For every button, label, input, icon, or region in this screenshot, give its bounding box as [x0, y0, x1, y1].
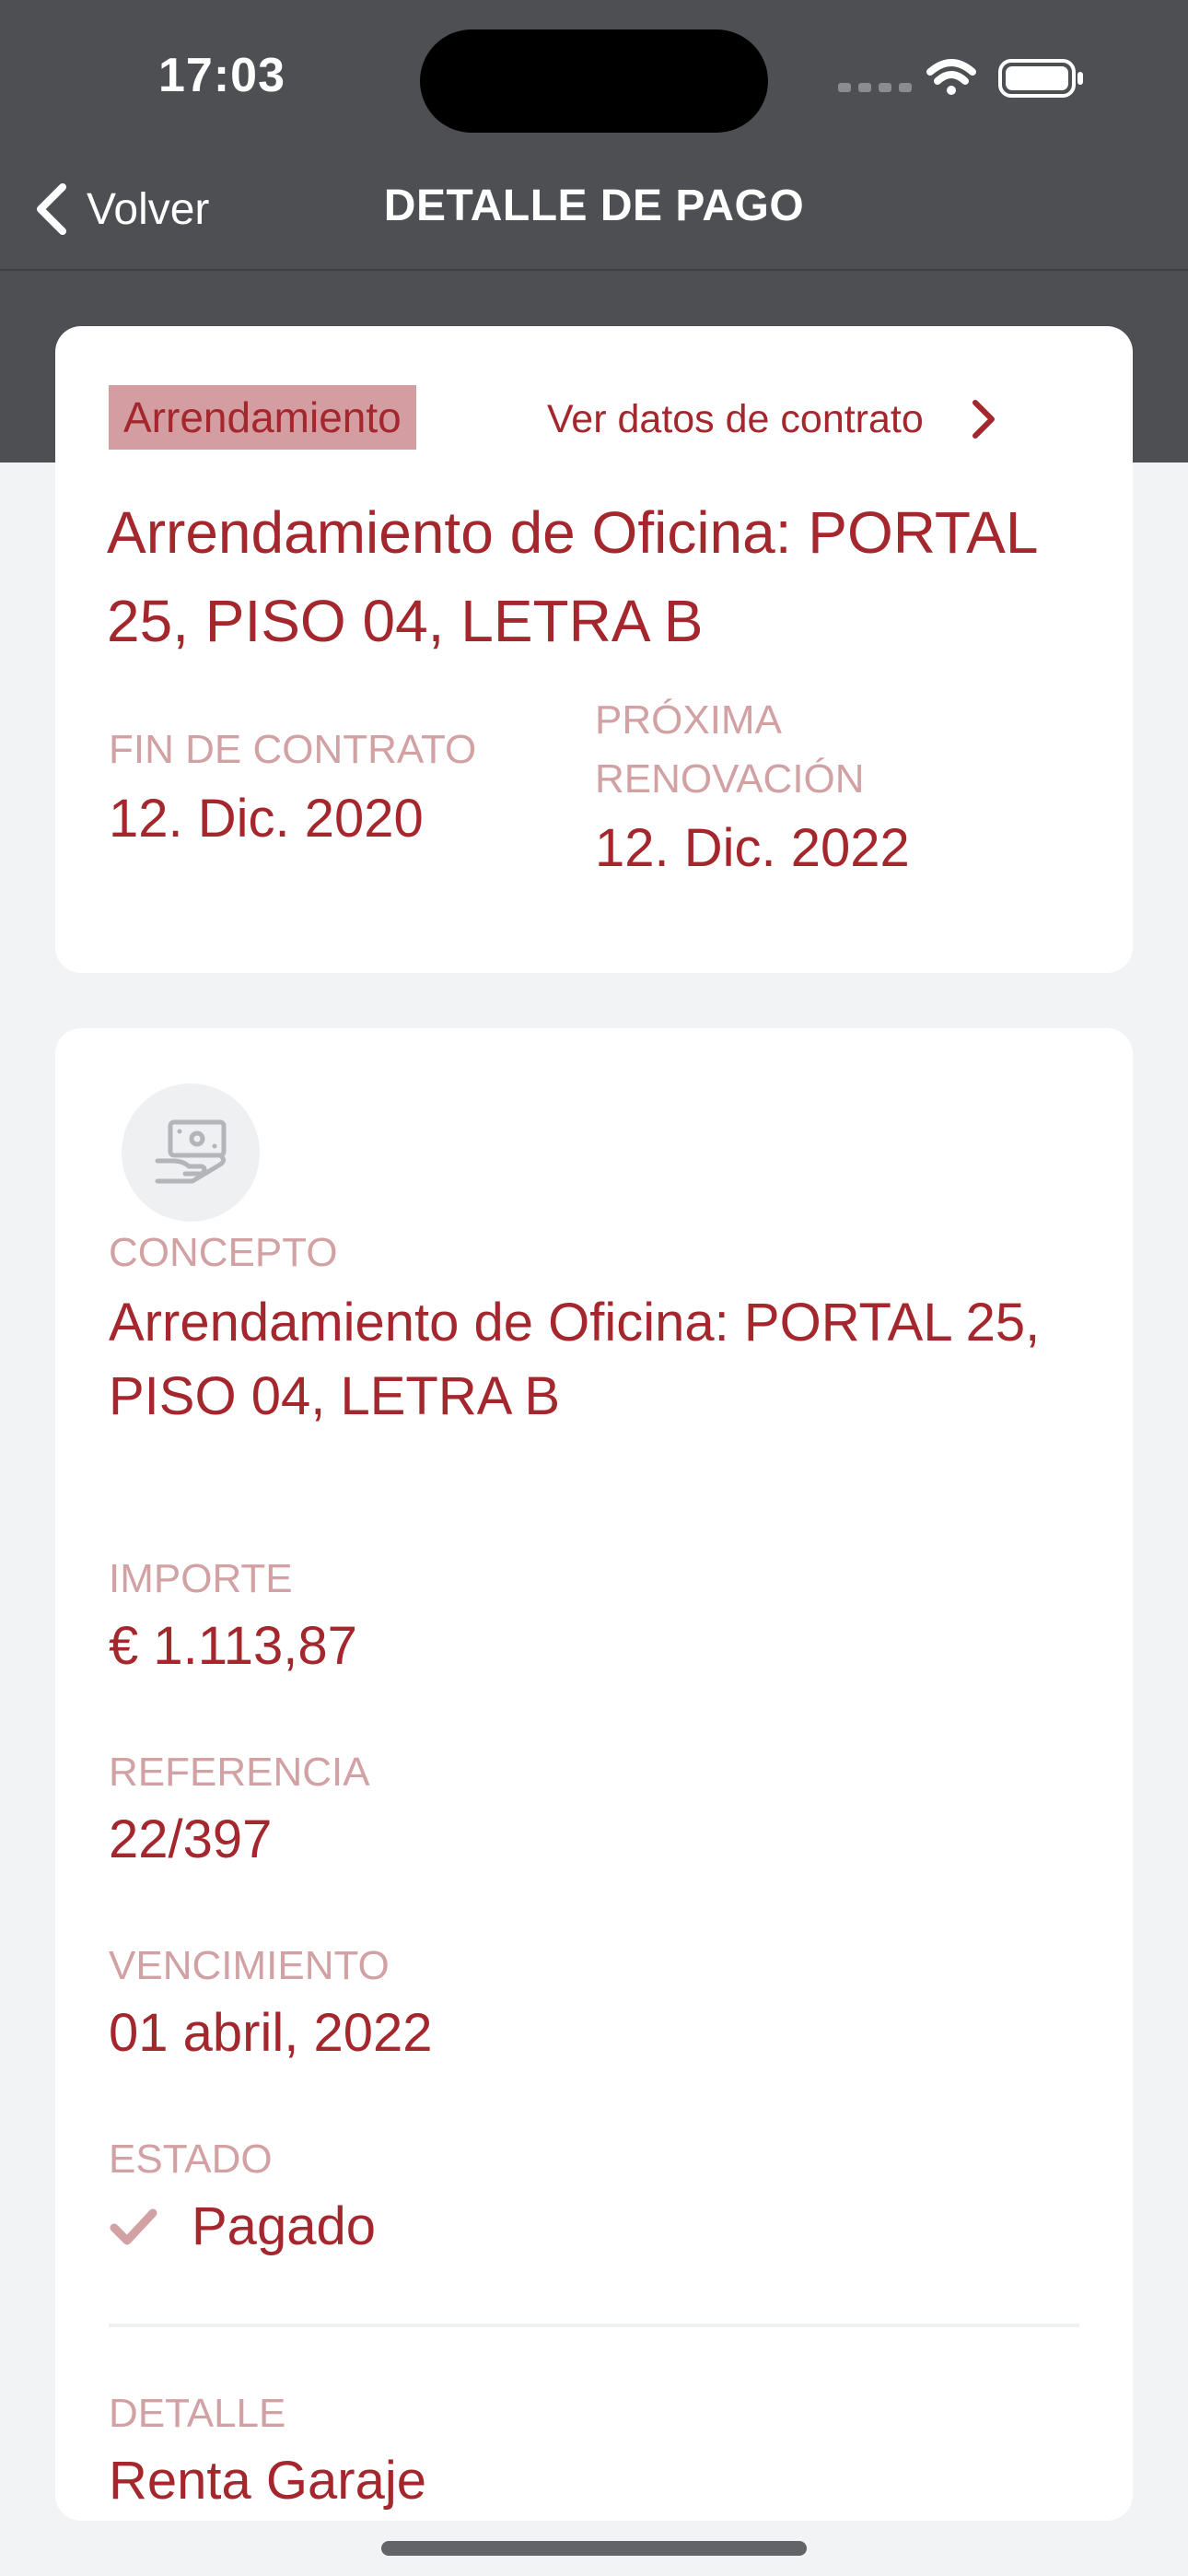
status-time: 17:03: [158, 49, 285, 102]
view-contract-label: Ver datos de contrato: [547, 396, 924, 441]
battery-icon: [998, 59, 1083, 98]
reference-label: REFERENCIA: [109, 1750, 370, 1795]
wifi-icon: [926, 59, 976, 95]
cellular-signal-icon: [838, 83, 912, 92]
reference-value: 22/397: [109, 1809, 273, 1869]
chevron-right-icon: [972, 400, 995, 439]
nav-divider: [0, 269, 1188, 271]
contract-card: Arrendamiento Ver datos de contrato Arre…: [55, 326, 1133, 973]
home-indicator[interactable]: [381, 2541, 807, 2556]
section-divider: [109, 2324, 1079, 2327]
amount-label: IMPORTE: [109, 1556, 293, 1601]
hand-money-icon: [155, 1119, 227, 1184]
renewal-value: 12. Dic. 2022: [595, 818, 910, 878]
view-contract-link[interactable]: Ver datos de contrato: [547, 387, 997, 451]
payment-detail-card: CONCEPTO Arrendamiento de Oficina: PORTA…: [55, 1028, 1133, 2521]
due-date-value: 01 abril, 2022: [109, 2003, 433, 2063]
amount-value: € 1.113,87: [109, 1616, 357, 1676]
contract-end-label: FIN DE CONTRATO: [109, 727, 477, 772]
detail-value: Renta Garaje: [109, 2451, 426, 2511]
contract-title: Arrendamiento de Oficina: PORTAL 25, PIS…: [107, 499, 1037, 654]
status-row: Pagado: [109, 2195, 376, 2259]
detail-label: DETALLE: [109, 2391, 286, 2436]
payment-icon-circle: [122, 1083, 260, 1222]
status-icons: [838, 55, 1087, 101]
status-label: ESTADO: [109, 2137, 273, 2182]
contract-type-badge: Arrendamiento: [109, 385, 416, 450]
dynamic-island: [420, 29, 768, 133]
concept-label: CONCEPTO: [109, 1230, 338, 1275]
contract-end-value: 12. Dic. 2020: [109, 789, 424, 849]
renewal-label: PRÓXIMA RENOVACIÓN: [595, 697, 865, 802]
due-date-label: VENCIMIENTO: [109, 1943, 390, 1988]
concept-value: Arrendamiento de Oficina: PORTAL 25, PIS…: [109, 1293, 1041, 1426]
status-value: Pagado: [192, 2196, 376, 2256]
checkmark-icon: [110, 2208, 157, 2245]
page-title: DETALLE DE PAGO: [383, 181, 805, 230]
